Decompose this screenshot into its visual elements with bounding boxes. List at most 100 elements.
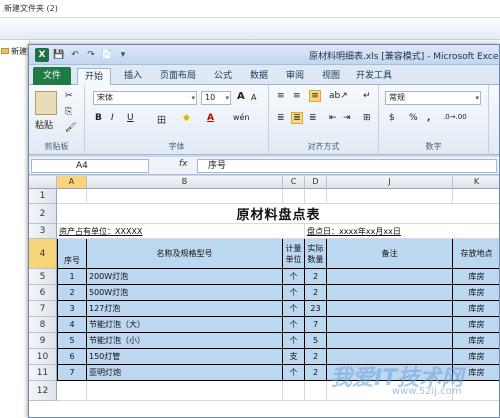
table-header-unit[interactable]: 计量 单位 [283, 239, 305, 269]
table-cell-unit[interactable]: 个 [283, 317, 305, 333]
shrink-font-button[interactable]: A [251, 93, 256, 102]
table-cell-note[interactable] [327, 269, 453, 285]
align-left-icon[interactable]: ≣ [277, 113, 285, 123]
table-cell-seq[interactable]: 4 [57, 317, 87, 333]
table-cell-name[interactable]: 节能灯泡（大） [87, 317, 283, 333]
italic-button[interactable]: I [111, 113, 114, 123]
table-cell-location[interactable]: 库房 [453, 301, 499, 317]
table-header-name[interactable]: 名称及规格型号 [87, 239, 283, 269]
select-all-corner[interactable] [29, 176, 57, 189]
table-cell-unit[interactable]: 个 [283, 285, 305, 301]
number-format-combo[interactable]: 常规 ▾ [385, 91, 481, 105]
table-cell-name[interactable]: 127灯泡 [87, 301, 283, 317]
wrap-text-icon[interactable]: ↵ [363, 91, 371, 101]
table-cell-seq[interactable]: 5 [57, 333, 87, 349]
table-cell-note[interactable] [327, 285, 453, 301]
table-cell-location[interactable]: 库房 [453, 333, 499, 349]
table-cell-unit[interactable]: 个 [283, 333, 305, 349]
table-cell-name[interactable]: 200W灯泡 [87, 269, 283, 285]
row-header-1[interactable]: 1 [29, 189, 57, 204]
cell[interactable] [57, 189, 87, 204]
row-header-9[interactable]: 9 [29, 333, 57, 349]
table-cell-qty[interactable]: 2 [305, 269, 327, 285]
column-header-k[interactable]: K [453, 176, 499, 189]
font-size-combo[interactable]: 10 ▾ [201, 91, 231, 105]
cell[interactable] [87, 381, 283, 401]
name-box[interactable]: A4 [31, 159, 149, 173]
tab-page-layout[interactable]: 页面布局 [153, 68, 203, 85]
tab-data[interactable]: 数据 [243, 68, 275, 85]
table-cell-unit[interactable]: 个 [283, 269, 305, 285]
cell[interactable] [283, 189, 305, 204]
table-cell-name[interactable]: 150灯管 [87, 349, 283, 365]
unit-label[interactable]: 资产占有单位：XXXXX [57, 224, 305, 239]
table-cell-seq[interactable]: 1 [57, 269, 87, 285]
table-cell-location[interactable]: 库房 [453, 317, 499, 333]
tab-view[interactable]: 视图 [315, 68, 347, 85]
table-header-qty[interactable]: 实际 数量 [305, 239, 327, 269]
tab-review[interactable]: 审阅 [279, 68, 311, 85]
row-header-8[interactable]: 8 [29, 317, 57, 333]
table-header-seq[interactable]: 序号 [57, 239, 87, 269]
table-cell-qty[interactable]: 5 [305, 333, 327, 349]
align-middle-icon[interactable]: ≡ [293, 91, 301, 101]
tab-file[interactable]: 文件 [33, 67, 71, 85]
fill-color-button[interactable]: ◆ [183, 113, 190, 123]
column-header-j[interactable]: J [327, 176, 453, 189]
redo-icon[interactable]: ↷ [85, 50, 97, 60]
table-cell-name[interactable]: 节能灯泡（小） [87, 333, 283, 349]
cut-icon[interactable]: ✂ [65, 91, 73, 101]
align-bottom-icon[interactable]: ≡ [309, 90, 321, 102]
orientation-icon[interactable]: ab↗ [329, 91, 348, 101]
excel-app-icon[interactable]: X [35, 48, 49, 62]
table-cell-name[interactable]: 500W灯泡 [87, 285, 283, 301]
row-header-5[interactable]: 5 [29, 269, 57, 285]
table-cell-name[interactable]: 亚明灯炮 [87, 365, 283, 381]
column-header-c[interactable]: C [283, 176, 305, 189]
align-right-icon[interactable]: ≣ [309, 113, 317, 123]
row-header-7[interactable]: 7 [29, 301, 57, 317]
tab-formulas[interactable]: 公式 [207, 68, 239, 85]
undo-icon[interactable]: ↶ [69, 50, 81, 60]
paste-label[interactable]: 粘贴 [35, 118, 53, 131]
table-cell-location[interactable]: 库房 [453, 285, 499, 301]
column-header-a[interactable]: A [57, 176, 87, 189]
format-painter-icon[interactable]: 🖌 [65, 123, 76, 133]
cell[interactable] [57, 381, 87, 401]
increase-indent-icon[interactable]: ⇥ [343, 113, 351, 123]
column-header-b[interactable]: B [87, 176, 283, 189]
table-cell-unit[interactable]: 支 [283, 349, 305, 365]
table-cell-seq[interactable]: 6 [57, 349, 87, 365]
table-cell-note[interactable] [327, 333, 453, 349]
paste-icon[interactable] [35, 91, 57, 115]
cell[interactable] [305, 381, 327, 401]
percent-button[interactable]: % [409, 113, 418, 123]
table-cell-seq[interactable]: 2 [57, 285, 87, 301]
bold-button[interactable]: B [95, 113, 102, 123]
row-header-6[interactable]: 6 [29, 285, 57, 301]
tab-insert[interactable]: 插入 [115, 68, 151, 85]
row-header-10[interactable]: 10 [29, 349, 57, 365]
table-header-location[interactable]: 存放地点 [453, 239, 499, 269]
table-cell-seq[interactable]: 3 [57, 301, 87, 317]
table-cell-note[interactable] [327, 301, 453, 317]
table-cell-qty[interactable]: 23 [305, 301, 327, 317]
cell[interactable] [327, 189, 453, 204]
insert-function-button[interactable]: fx [179, 159, 188, 169]
comma-style-button[interactable]: , [427, 113, 430, 123]
underline-button[interactable]: U [127, 113, 134, 123]
grow-font-button[interactable]: A [237, 91, 245, 102]
font-color-button[interactable]: A [207, 113, 214, 123]
cell[interactable] [453, 189, 499, 204]
sheet-title[interactable]: 原材料盘点表 [57, 204, 499, 224]
table-cell-unit[interactable]: 个 [283, 301, 305, 317]
table-header-note[interactable]: 备注 [327, 239, 453, 269]
table-cell-seq[interactable]: 7 [57, 365, 87, 381]
table-cell-location[interactable]: 库房 [453, 269, 499, 285]
align-center-icon[interactable]: ≣ [291, 112, 303, 124]
row-header-4[interactable]: 4 [29, 239, 57, 269]
table-cell-qty[interactable]: 2 [305, 285, 327, 301]
customize-qat-icon[interactable]: ▾ [117, 50, 129, 60]
row-header-2[interactable]: 2 [29, 204, 57, 224]
table-cell-qty[interactable]: 2 [305, 365, 327, 381]
